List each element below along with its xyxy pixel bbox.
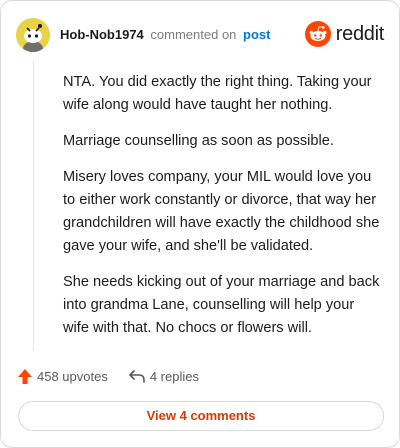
comment-paragraph: Marriage counselling as soon as possible… [63,133,334,149]
comment-attribution: Hob-Nob1974 commented on post [60,27,271,43]
comment-paragraph: NTA. You did exactly the right thing. Ta… [63,74,372,113]
comment-paragraph: She needs kicking out of your marriage a… [63,274,380,336]
comment-header: Hob-Nob1974 commented on post reddit [16,17,384,53]
reddit-snoo-icon [304,21,331,47]
replies-count: 4 replies [149,368,199,384]
thread-line [33,61,34,351]
post-link[interactable]: post [243,27,270,42]
reddit-brand[interactable]: reddit [304,21,385,47]
comment-body: NTA. You did exactly the right thing. Ta… [63,71,383,353]
avatar-snoo-icon [16,18,50,52]
comment-card: Hob-Nob1974 commented on post reddit NTA… [0,0,400,448]
user-avatar[interactable] [16,18,50,52]
upvote-arrow-icon [18,368,32,384]
comment-meta-text: commented on [150,27,237,42]
reddit-wordmark: reddit [335,22,385,45]
view-comments-button[interactable]: View 4 comments [18,401,384,431]
comment-author[interactable]: Hob-Nob1974 [60,27,144,42]
upvotes-count: 458 upvotes [37,368,108,384]
reply-arrow-icon [129,370,145,383]
replies-button[interactable]: 4 replies [128,368,199,384]
upvote-button[interactable]: 458 upvotes [17,368,108,385]
comment-paragraph: Misery loves company, your MIL would lov… [63,169,380,254]
comment-footer: 458 upvotes 4 replies [17,365,199,387]
